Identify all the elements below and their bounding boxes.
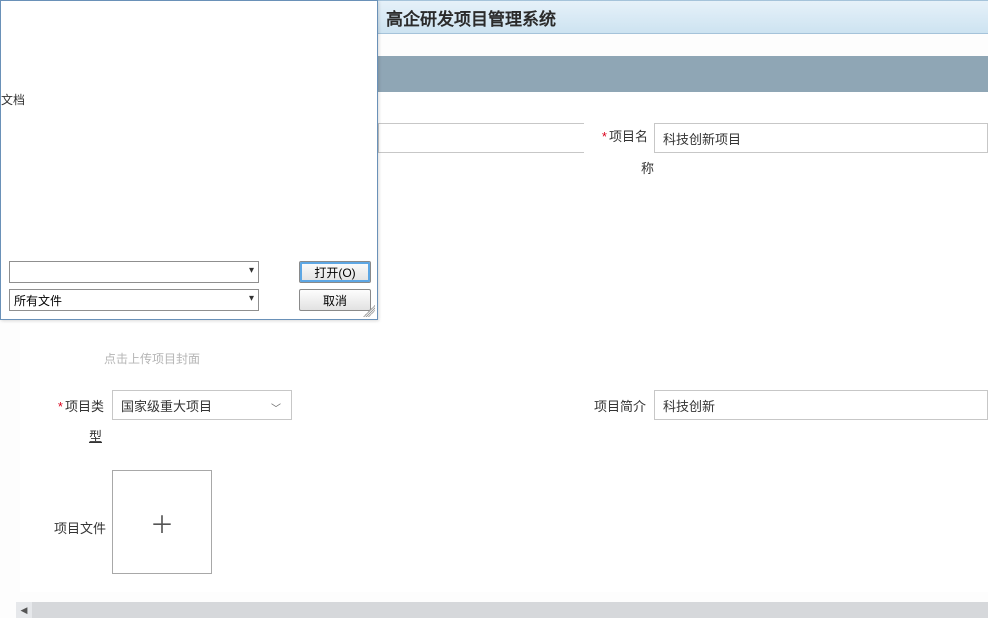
bottom-scrollbar[interactable]: ◀ [16, 602, 988, 618]
app-title: 高企研发项目管理系统 [386, 5, 556, 30]
upload-cover-hint: 点击上传项目封面 [104, 350, 200, 367]
chevron-down-icon: ▾ [249, 265, 254, 276]
toolbar-strip [378, 56, 988, 92]
project-type-value: 国家级重大项目 [121, 396, 212, 415]
project-type-select[interactable]: 国家级重大项目 ﹀ [112, 390, 292, 420]
project-name-label-2: 称 [614, 160, 654, 178]
project-intro-input[interactable]: 科技创新 [654, 390, 988, 420]
sidebar-item-documents[interactable]: 文档 [1, 91, 25, 108]
resize-handle-icon[interactable] [363, 305, 375, 317]
plus-icon: ＋ [150, 505, 174, 540]
upload-file-box[interactable]: ＋ [112, 470, 212, 574]
file-open-dialog: 文档 ▾ 打开(O) 所有文件 ▾ 取消 [0, 0, 378, 320]
app-title-bar: 高企研发项目管理系统 [378, 0, 988, 34]
project-type-label: *项目类 [48, 398, 104, 416]
scroll-left-icon[interactable]: ◀ [16, 602, 32, 618]
filter-row: 所有文件 ▾ 取消 [9, 289, 371, 313]
project-intro-value: 科技创新 [663, 396, 715, 415]
form-area [378, 92, 988, 592]
filter-combo[interactable]: 所有文件 ▾ [9, 289, 259, 311]
chevron-down-icon: ▾ [249, 293, 254, 304]
chevron-down-icon: ﹀ [271, 400, 281, 415]
cancel-button[interactable]: 取消 [299, 289, 371, 311]
filter-value: 所有文件 [14, 292, 62, 309]
open-button[interactable]: 打开(O) [299, 261, 371, 283]
required-marker: * [602, 129, 607, 144]
project-intro-label: 项目简介 [586, 398, 646, 416]
project-name-input[interactable]: 科技创新项目 [654, 123, 988, 153]
project-name-label: *项目名 [592, 128, 648, 146]
filename-row: ▾ 打开(O) [9, 261, 371, 285]
filename-combo[interactable]: ▾ [9, 261, 259, 283]
project-file-label: 项目文件 [46, 520, 106, 538]
project-name-value: 科技创新项目 [663, 129, 741, 148]
project-type-label-2: 型 [82, 428, 102, 446]
partial-left-input[interactable] [378, 123, 584, 153]
required-marker: * [58, 399, 63, 414]
